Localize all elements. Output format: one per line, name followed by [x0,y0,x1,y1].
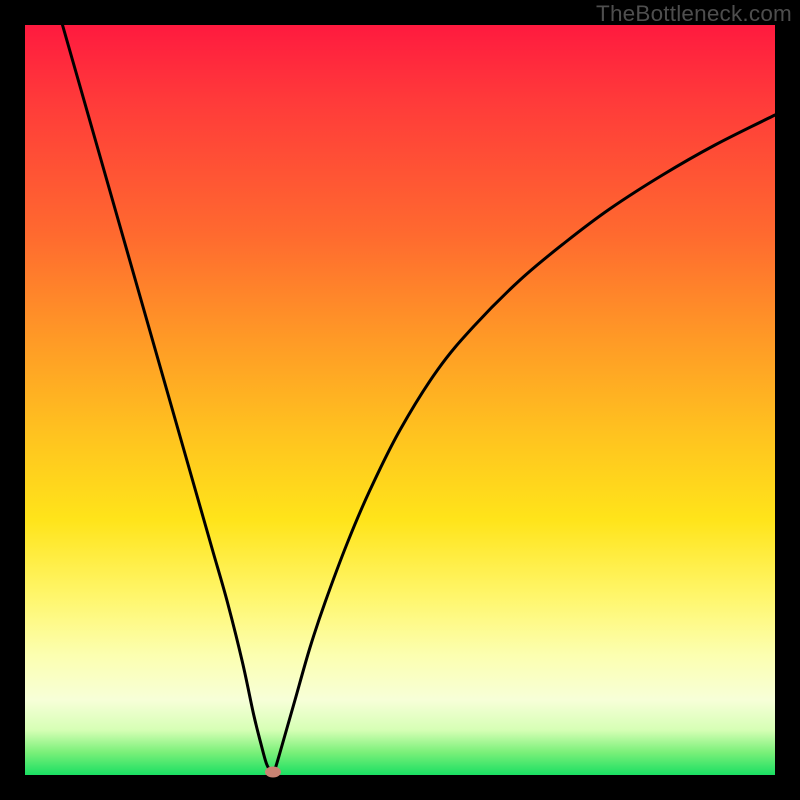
chart-frame: TheBottleneck.com [0,0,800,800]
plot-area [25,25,775,775]
watermark-text: TheBottleneck.com [596,1,792,27]
curve-svg [25,25,775,775]
bottleneck-curve [63,25,776,772]
optimal-point-marker [265,767,281,778]
